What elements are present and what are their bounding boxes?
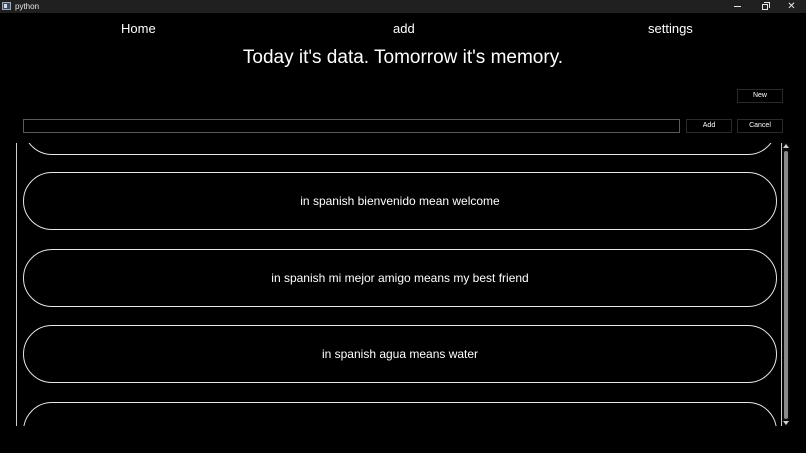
scroll-down-arrow-icon[interactable] xyxy=(783,421,789,425)
nav-settings[interactable]: settings xyxy=(648,20,693,38)
python-app-icon xyxy=(2,2,11,10)
minimize-icon[interactable] xyxy=(724,0,751,13)
list-item[interactable] xyxy=(23,402,777,426)
list-item[interactable]: in spanish agua means water xyxy=(23,325,777,383)
page-tagline: Today it's data. Tomorrow it's memory. xyxy=(242,47,564,68)
new-button[interactable]: New xyxy=(737,89,783,103)
nav-home[interactable]: Home xyxy=(121,20,156,38)
list-item[interactable]: in spanish mi mejor amigo means my best … xyxy=(23,249,777,307)
add-button[interactable]: Add xyxy=(686,119,732,133)
maximize-box xyxy=(761,1,770,10)
entry-input[interactable] xyxy=(23,119,680,133)
scroll-thumb[interactable] xyxy=(784,151,788,419)
close-icon[interactable]: ✕ xyxy=(778,0,805,13)
list-item[interactable] xyxy=(23,143,777,155)
maximize-icon[interactable] xyxy=(751,0,778,13)
vertical-scrollbar[interactable] xyxy=(782,143,790,426)
entries-list[interactable]: in spanish bienvenido mean welcome in sp… xyxy=(16,143,782,426)
minimize-bar xyxy=(734,6,741,7)
nav-add[interactable]: add xyxy=(393,20,415,38)
scroll-up-arrow-icon[interactable] xyxy=(783,144,789,148)
title-bar: python ✕ xyxy=(0,0,806,13)
window-title: python xyxy=(15,2,40,11)
list-item[interactable]: in spanish bienvenido mean welcome xyxy=(23,172,777,230)
cancel-button[interactable]: Cancel xyxy=(737,119,783,133)
